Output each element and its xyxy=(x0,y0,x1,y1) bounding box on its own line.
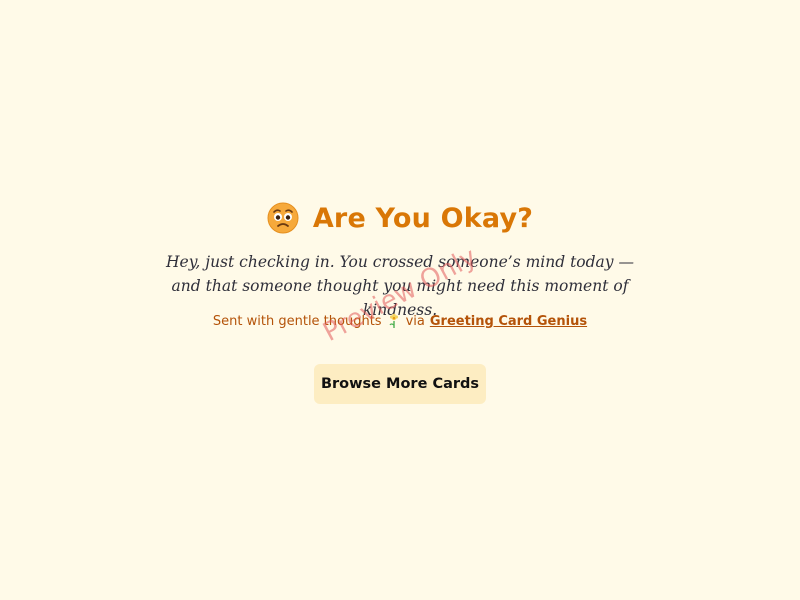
card-title: Are You Okay? xyxy=(312,202,534,234)
browse-more-cards-button[interactable]: Browse More Cards xyxy=(314,364,486,404)
sent-row: Sent with gentle thoughts via Greeting C… xyxy=(0,313,800,329)
greeting-card: Are You Okay? Hey, just checking in. You… xyxy=(0,0,800,600)
sent-prefix: Sent with gentle thoughts xyxy=(212,313,382,329)
via-text: via xyxy=(405,313,425,329)
worried-face-icon xyxy=(267,202,299,234)
greeting-card-genius-link[interactable]: Greeting Card Genius xyxy=(430,314,587,329)
flower-icon xyxy=(389,313,398,328)
title-row: Are You Okay? xyxy=(0,196,800,240)
card-message: Hey, just checking in. You crossed someo… xyxy=(166,253,634,319)
